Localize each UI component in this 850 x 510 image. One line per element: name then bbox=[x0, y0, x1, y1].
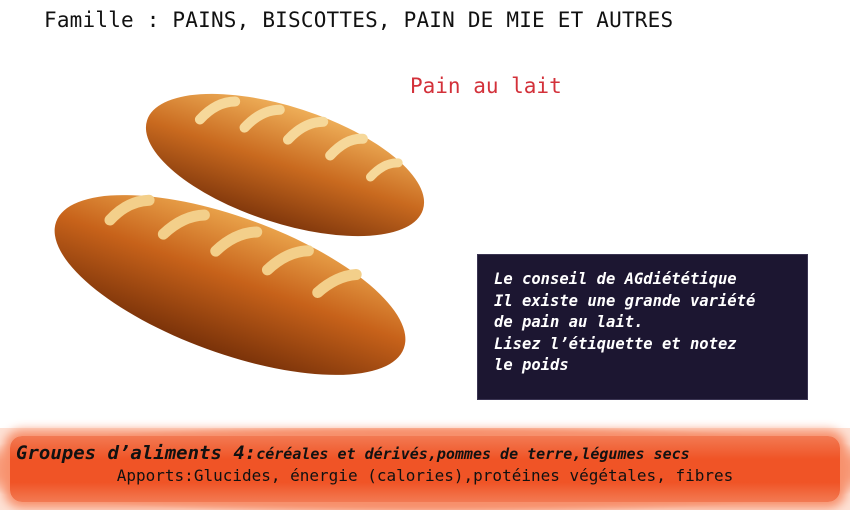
family-heading: Famille : PAINS, BISCOTTES, PAIN DE MIE … bbox=[44, 8, 674, 32]
bread-rolls-image bbox=[54, 93, 425, 375]
food-group-line: Groupes d’aliments 4:céréales et dérivés… bbox=[16, 442, 690, 464]
advice-line: Lisez l’étiquette et notez bbox=[494, 334, 737, 353]
food-group-label: Groupes d’aliments 4: bbox=[16, 442, 257, 464]
advice-line: le poids bbox=[494, 356, 569, 374]
advice-box: Le conseil de AGdiététique Il existe une… bbox=[477, 254, 808, 400]
nutrient-contributions: Apports:Glucides, énergie (calories),pro… bbox=[116, 466, 734, 485]
food-group-items: céréales et dérivés,pommes de terre,légu… bbox=[256, 445, 690, 463]
advice-line: Le conseil de AGdiététique bbox=[494, 270, 737, 288]
food-group-banner: Groupes d’aliments 4:céréales et dérivés… bbox=[0, 428, 850, 510]
advice-line: Il existe une grande variété bbox=[494, 291, 756, 310]
advice-line: de pain au lait. bbox=[494, 313, 644, 331]
